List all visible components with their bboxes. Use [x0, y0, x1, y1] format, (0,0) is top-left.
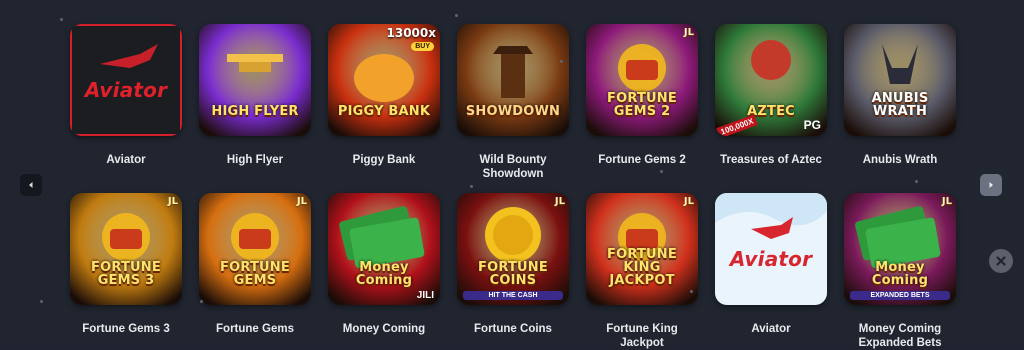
game-subtitle-text: EXPANDED BETS [850, 291, 950, 300]
multiplier-badge: 13000x [386, 26, 437, 40]
background-sparkle [40, 300, 43, 303]
game-tile[interactable]: FORTUNE COINS JL HIT THE CASH Fortune Coins [457, 193, 569, 336]
game-artwork [457, 24, 569, 136]
game-logo-text: Money Coming [871, 260, 929, 288]
provider-badge: JL [296, 196, 307, 207]
provider-badge: JL [941, 196, 952, 207]
game-tile[interactable]: FORTUNE KING JACKPOT JL Fortune King Jackp… [586, 193, 698, 350]
game-subtitle-text: HIT THE CASH [463, 291, 563, 300]
carousel-next-button[interactable] [980, 174, 1002, 196]
game-thumbnail[interactable]: Aviator [70, 24, 182, 136]
game-carousel-panel: Aviator Aviator HIGH FLYER High Flyer PIGG… [0, 0, 1024, 349]
game-title: Fortune Gems 3 [82, 323, 170, 335]
game-title: Piggy Bank [352, 154, 416, 166]
game-tile[interactable]: AZTEC PG 100,000X Treasures of Aztec [715, 24, 827, 167]
game-tile[interactable]: Money Coming JILI Money Coming [328, 193, 440, 336]
provider-badge: JL [683, 27, 694, 38]
provider-badge: JL [167, 196, 178, 207]
game-thumbnail[interactable]: Money Coming JILI [328, 193, 440, 305]
game-title: Treasures of Aztec [720, 154, 822, 166]
game-title: Anubis Wrath [862, 154, 938, 166]
game-artwork [328, 24, 440, 136]
game-tile[interactable]: PIGGY BANK 13000x BUY Piggy Bank [328, 24, 440, 167]
game-artwork [199, 193, 311, 305]
game-title: Wild Bounty Showdown [479, 154, 547, 180]
game-title: Fortune Gems 2 [598, 154, 686, 166]
game-artwork [457, 193, 569, 305]
game-thumbnail[interactable]: FORTUNE GEMS JL [199, 193, 311, 305]
chevron-right-icon [989, 182, 993, 188]
game-tile[interactable]: FORTUNE GEMS JL Fortune Gems [199, 193, 311, 336]
game-logo-text: ANUBIS WRATH [871, 91, 929, 119]
game-thumbnail[interactable]: ANUBIS WRATH [844, 24, 956, 136]
game-logo-text: FORTUNE COINS [478, 260, 548, 288]
game-title: Aviator [106, 154, 146, 166]
game-tile[interactable]: FORTUNE GEMS 3 JL Fortune Gems 3 [70, 193, 182, 336]
background-sparkle [60, 18, 63, 21]
game-thumbnail[interactable]: FORTUNE GEMS 3 JL [70, 193, 182, 305]
game-logo-text: FORTUNE GEMS [220, 260, 290, 288]
game-thumbnail[interactable]: Aviator [715, 193, 827, 305]
game-thumbnail[interactable]: SHOWDOWN [457, 24, 569, 136]
game-tile[interactable]: Aviator Aviator [715, 193, 827, 336]
game-logo-text: FORTUNE GEMS 3 [91, 260, 161, 288]
chevron-left-icon [29, 182, 33, 188]
game-grid: Aviator Aviator HIGH FLYER High Flyer PIGG… [0, 0, 1024, 349]
game-thumbnail[interactable]: PIGGY BANK 13000x BUY [328, 24, 440, 136]
game-title: Fortune Coins [474, 323, 552, 335]
game-artwork [328, 193, 440, 305]
game-thumbnail[interactable]: Money Coming JL EXPANDED BETS [844, 193, 956, 305]
game-title: Fortune Gems [216, 323, 294, 335]
game-title: Aviator [751, 323, 791, 335]
game-logo-text: Aviator [729, 247, 813, 271]
provider-badge: JL [554, 196, 565, 207]
game-logo-text: HIGH FLYER [211, 104, 299, 119]
game-artwork [844, 24, 956, 136]
game-title: Money Coming Expanded Bets [858, 323, 942, 349]
game-logo-text: Money Coming [355, 260, 413, 288]
game-thumbnail[interactable]: FORTUNE COINS JL HIT THE CASH [457, 193, 569, 305]
background-sparkle [915, 180, 918, 183]
provider-badge: PG [803, 118, 821, 132]
game-logo-text: Aviator [84, 78, 168, 102]
game-title: High Flyer [226, 154, 284, 166]
game-thumbnail[interactable]: AZTEC PG 100,000X [715, 24, 827, 136]
background-sparkle [455, 14, 458, 17]
background-sparkle [560, 60, 563, 63]
provider-badge: JL [683, 196, 694, 207]
buy-badge: BUY [411, 42, 434, 51]
game-logo-text: AZTEC [747, 104, 795, 119]
game-tile[interactable]: Aviator Aviator [70, 24, 182, 167]
game-tile[interactable]: FORTUNE GEMS 2 JL Fortune Gems 2 [586, 24, 698, 167]
game-artwork [70, 193, 182, 305]
game-logo-text: SHOWDOWN [465, 104, 561, 119]
game-thumbnail[interactable]: HIGH FLYER [199, 24, 311, 136]
game-artwork [844, 193, 956, 305]
close-icon [996, 256, 1006, 266]
game-logo-text: PIGGY BANK [337, 104, 431, 119]
game-tile[interactable]: SHOWDOWN Wild Bounty Showdown [457, 24, 569, 181]
game-title: Money Coming [342, 323, 426, 335]
close-button[interactable] [989, 249, 1013, 273]
game-logo-text: FORTUNE GEMS 2 [607, 91, 677, 119]
game-tile[interactable]: HIGH FLYER High Flyer [199, 24, 311, 167]
provider-badge: JILI [416, 290, 434, 301]
carousel-prev-button[interactable] [20, 174, 42, 196]
game-thumbnail[interactable]: FORTUNE KING JACKPOT JL [586, 193, 698, 305]
background-sparkle [200, 300, 203, 303]
game-logo-text: FORTUNE KING JACKPOT [607, 247, 677, 288]
background-sparkle [470, 185, 473, 188]
game-thumbnail[interactable]: FORTUNE GEMS 2 JL [586, 24, 698, 136]
game-artwork [199, 24, 311, 136]
game-tile[interactable]: Money Coming JL EXPANDED BETS Money Coming … [844, 193, 956, 350]
background-sparkle [660, 170, 663, 173]
game-tile[interactable]: ANUBIS WRATH Anubis Wrath [844, 24, 956, 167]
game-artwork [586, 24, 698, 136]
background-sparkle [690, 290, 693, 293]
game-title: Fortune King Jackpot [606, 323, 678, 349]
